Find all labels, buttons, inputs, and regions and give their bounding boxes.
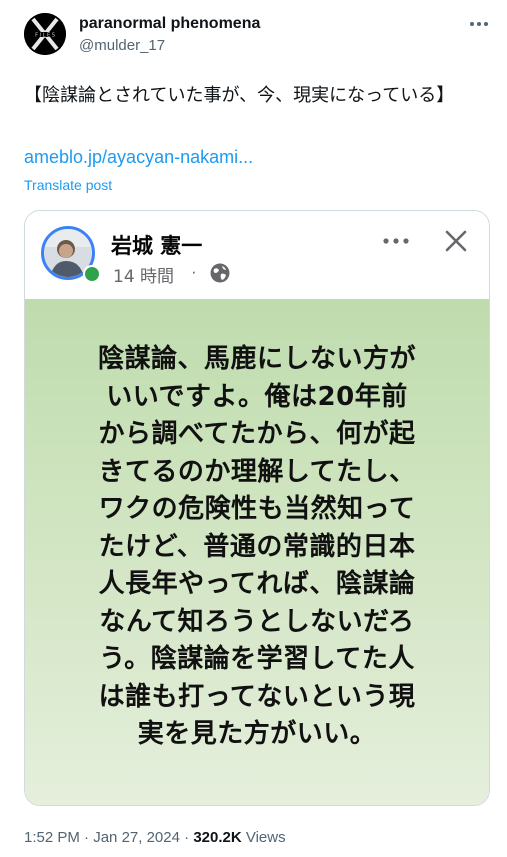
embedded-post-header: 岩城 憲一 14 時間 · <box>25 211 489 299</box>
embedded-text-line: なんて知ろうとしないだろ <box>99 606 415 637</box>
more-horizontal-icon[interactable] <box>466 14 492 34</box>
author-avatar[interactable]: F I L E S <box>24 13 66 55</box>
tweet-time[interactable]: 1:52 PM <box>24 829 80 846</box>
embedded-author-name: 岩城 憲一 <box>111 234 203 258</box>
embedded-text-line: いいですよ。俺は20年前 <box>106 381 408 412</box>
author-handle[interactable]: @mulder_17 <box>79 36 165 56</box>
embedded-text-line: ワクの危険性も当然知って <box>98 494 416 524</box>
views-count: 320.2K <box>193 829 242 846</box>
embedded-text-line: たけど、普通の常識的日本 <box>98 531 416 562</box>
embedded-text-line: から調べてたから、何が起 <box>98 419 416 449</box>
meta-separator: · <box>184 829 190 846</box>
embedded-text-line: 陰謀論、馬鹿にしない方が <box>97 344 416 374</box>
tweet-meta: 1:52 PM · Jan 27, 2024 · 320.2K Views <box>24 828 286 848</box>
author-name[interactable]: paranormal phenomena <box>79 13 260 35</box>
globe-icon <box>209 262 231 284</box>
tweet-date[interactable]: Jan 27, 2024 <box>93 829 180 846</box>
more-horizontal-icon <box>381 233 411 249</box>
embedded-text-line: は誰も打ってないという現 <box>98 681 416 712</box>
meta-separator: · <box>84 829 90 846</box>
embedded-post-body: 陰謀論、馬鹿にしない方が いいですよ。俺は20年前 から調べてたから、何が起 き… <box>25 299 489 805</box>
tweet-link[interactable]: ameblo.jp/ayacyan-nakami... <box>24 144 253 170</box>
embedded-post-text: 陰謀論、馬鹿にしない方が いいですよ。俺は20年前 から調べてたから、何が起 き… <box>45 341 469 754</box>
embedded-post-time: 14 時間 <box>113 267 175 287</box>
online-status-dot <box>83 265 101 283</box>
embedded-time-separator: · <box>191 262 197 281</box>
embedded-text-line: きてるのか理解してたし、 <box>98 456 416 487</box>
views-label: Views <box>245 829 286 846</box>
embedded-text-line: 実を見た方がいい。 <box>137 719 377 749</box>
close-icon <box>443 228 469 254</box>
svg-text:F I L E S: F I L E S <box>35 33 55 39</box>
embedded-image[interactable]: 岩城 憲一 14 時間 · 陰謀論、馬鹿にしない方が いいですよ。俺は20年前 … <box>24 210 490 806</box>
translate-post-link[interactable]: Translate post <box>24 175 112 195</box>
tweet-text: 【陰謀論とされていた事が、今、現実になっている】 <box>24 85 455 106</box>
embedded-text-line: う。陰謀論を学習してた人 <box>99 644 415 674</box>
embedded-text-line: 人長年やってれば、陰謀論 <box>98 569 416 599</box>
